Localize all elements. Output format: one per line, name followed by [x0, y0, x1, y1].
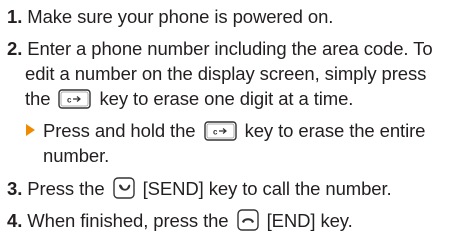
step-text: the: [25, 88, 51, 110]
step-number: 3.: [7, 177, 23, 199]
step-text: edit a number on the display screen, sim…: [25, 63, 427, 85]
step-text: key to erase one digit at a time.: [99, 88, 354, 110]
step-text: When finished, press the: [27, 209, 229, 231]
step-3: 3. Press the [SEND] key to call the numb…: [7, 176, 452, 201]
step-2: 2. Enter a phone number including the ar…: [7, 36, 452, 111]
step-2-note: Press and hold the c key to erase the en…: [7, 118, 452, 168]
step-text: [SEND] key to call the number.: [142, 177, 392, 199]
triangle-bullet-icon: [26, 124, 35, 137]
step-1: 1. Make sure your phone is powered on.: [7, 4, 452, 29]
step-text: Enter a phone number including the area …: [27, 38, 433, 60]
step-number: 1.: [7, 6, 23, 27]
instruction-list: 1. Make sure your phone is powered on. 2…: [7, 4, 452, 240]
clear-key-icon: c: [58, 89, 92, 109]
step-number: 4.: [7, 209, 23, 231]
step-text: [END] key.: [266, 209, 353, 231]
clear-key-icon: c: [203, 121, 237, 142]
note-text: number.: [43, 145, 110, 167]
note-text: key to erase the entire: [244, 120, 426, 142]
note-text: Press and hold the: [43, 120, 196, 142]
step-4: 4. When finished, press the [END] key.: [7, 208, 452, 233]
end-key-icon: [236, 209, 259, 231]
send-key-icon: [112, 176, 135, 199]
step-number: 2.: [7, 38, 23, 60]
step-text: Press the: [27, 177, 105, 199]
svg-text:c: c: [213, 128, 218, 137]
step-text: Make sure your phone is powered on.: [27, 6, 334, 27]
svg-text:c: c: [67, 96, 72, 105]
